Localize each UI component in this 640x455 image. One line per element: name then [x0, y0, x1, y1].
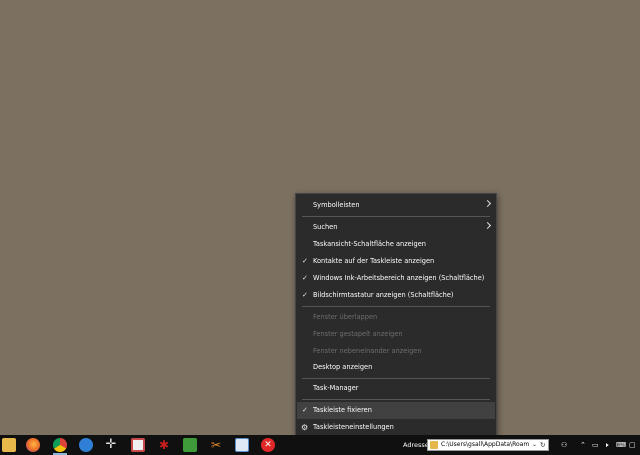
menu-item-fenster-gestapelt: Fenster gestapelt anzeigen — [297, 326, 495, 343]
volume-icon[interactable]: 🕨 — [604, 435, 608, 455]
menu-separator — [302, 306, 490, 307]
checkmark-icon: ✓ — [302, 257, 308, 265]
notification-icon[interactable]: ▢ — [629, 435, 636, 455]
menu-item-taskansicht[interactable]: Taskansicht-Schaltfläche anzeigen — [297, 236, 495, 253]
menu-item-label: Task-Manager — [313, 384, 359, 392]
menu-item-desktop-anzeigen[interactable]: Desktop anzeigen — [297, 359, 495, 376]
keyboard-icon[interactable]: ⌨ — [616, 435, 626, 455]
menu-item-label: Taskansicht-Schaltfläche anzeigen — [313, 240, 426, 248]
address-label: Adresse — [403, 441, 429, 449]
menu-item-fenster-nebeneinander: Fenster nebeneinander anzeigen — [297, 343, 495, 360]
network-icon[interactable]: ▭ — [592, 435, 599, 455]
menu-item-label: Fenster nebeneinander anzeigen — [313, 347, 422, 355]
folder-icon — [430, 441, 438, 449]
people-icon[interactable]: ⚇ — [561, 435, 567, 455]
menu-item-label: Fenster überlappen — [313, 313, 378, 321]
menu-item-label: Bildschirmtastatur anzeigen (Schaltfläch… — [313, 291, 454, 299]
chevron-right-icon — [483, 199, 492, 208]
green-document-icon[interactable] — [183, 438, 197, 452]
menu-item-label: Taskleiste fixieren — [313, 406, 372, 414]
menu-item-taskleiste-fixieren[interactable]: ✓ Taskleiste fixieren — [297, 402, 495, 419]
menu-separator — [302, 216, 490, 217]
menu-separator — [302, 399, 490, 400]
chevron-right-icon — [483, 221, 492, 230]
firefox-icon[interactable] — [26, 438, 40, 452]
gear-icon: ⚙ — [301, 423, 309, 432]
taskbar-context-menu: Symbolleisten Suchen Taskansicht-Schaltf… — [295, 193, 497, 439]
menu-item-suchen[interactable]: Suchen — [297, 219, 495, 236]
checkmark-icon: ✓ — [302, 291, 308, 299]
checkmark-icon: ✓ — [302, 406, 308, 414]
menu-item-taskleisteneinstellungen[interactable]: ⚙ Taskleisteneinstellungen — [297, 419, 495, 436]
move-cross-icon[interactable]: ✛ — [104, 438, 118, 452]
menu-item-task-manager[interactable]: Task-Manager — [297, 380, 495, 397]
app-window-icon[interactable] — [131, 438, 145, 452]
menu-item-symbolleisten[interactable]: Symbolleisten — [297, 197, 495, 214]
orange-scissors-icon[interactable]: ✂ — [209, 438, 223, 452]
edge-icon[interactable] — [79, 438, 93, 452]
red-close-circle-icon[interactable]: ✕ — [261, 438, 275, 452]
taskbar[interactable]: ✛ ✱ ✂ ✕ Adresse C:\Users\gsall\AppData\R… — [0, 435, 640, 455]
menu-item-windows-ink[interactable]: ✓ Windows Ink-Arbeitsbereich anzeigen (S… — [297, 270, 495, 287]
menu-item-label: Suchen — [313, 223, 338, 231]
menu-item-label: Windows Ink-Arbeitsbereich anzeigen (Sch… — [313, 274, 485, 282]
chevron-up-icon[interactable]: ⌃ — [580, 435, 586, 455]
menu-item-label: Symbolleisten — [313, 201, 360, 209]
menu-separator — [302, 378, 490, 379]
chrome-icon[interactable] — [53, 438, 67, 455]
text-document-icon[interactable] — [235, 438, 249, 452]
checkmark-icon: ✓ — [302, 274, 308, 282]
menu-item-label: Taskleisteneinstellungen — [313, 423, 394, 431]
menu-item-kontakte[interactable]: ✓ Kontakte auf der Taskleiste anzeigen — [297, 253, 495, 270]
chevron-down-icon[interactable]: ⌄ — [532, 440, 537, 450]
menu-item-label: Kontakte auf der Taskleiste anzeigen — [313, 257, 435, 265]
refresh-icon[interactable]: ↻ — [540, 440, 545, 450]
menu-item-label: Desktop anzeigen — [313, 363, 373, 371]
menu-item-bildschirmtastatur[interactable]: ✓ Bildschirmtastatur anzeigen (Schaltflä… — [297, 287, 495, 304]
menu-item-fenster-ueberlappen: Fenster überlappen — [297, 309, 495, 326]
address-value[interactable]: C:\Users\gsall\AppData\Roamin — [441, 440, 529, 450]
file-explorer-icon[interactable] — [2, 438, 16, 452]
menu-item-label: Fenster gestapelt anzeigen — [313, 330, 403, 338]
address-input[interactable]: C:\Users\gsall\AppData\Roamin ⌄ ↻ — [427, 439, 549, 451]
red-bug-icon[interactable]: ✱ — [157, 438, 171, 452]
